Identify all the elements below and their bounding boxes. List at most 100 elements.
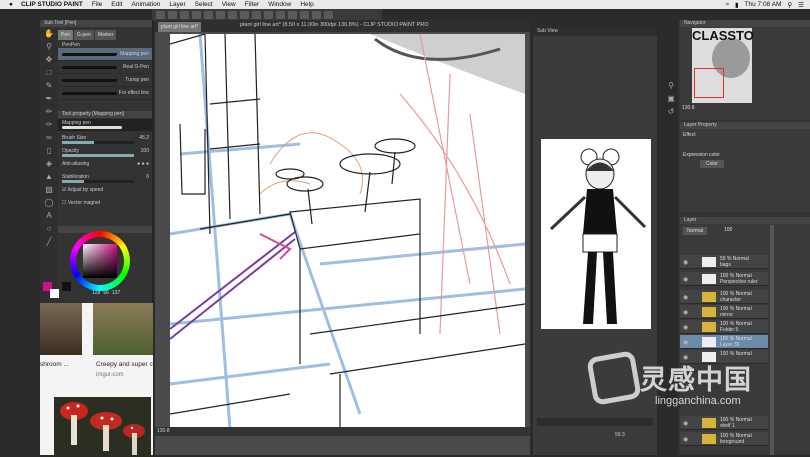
hand-icon[interactable]: ✋ (43, 28, 55, 40)
brush-mapping-pen[interactable]: Mapping pen (58, 48, 152, 61)
vector-magnet-row[interactable]: ☐ Vector magnet (58, 197, 152, 210)
apple-icon[interactable]: ● (9, 1, 13, 8)
layer-search-icon[interactable]: ⚲ (665, 80, 677, 92)
reference-image[interactable] (541, 139, 651, 329)
checkbox-icon[interactable]: ☑ (62, 187, 66, 193)
layer-row[interactable]: ◉ 100 % Normal foreground (680, 432, 768, 446)
search-icon[interactable]: ⚲ (787, 1, 792, 9)
mushroom-photo-1[interactable] (40, 303, 82, 355)
caption-2[interactable]: Creepy and super c (96, 361, 153, 368)
open-file-icon[interactable] (180, 11, 189, 19)
snap-perspective-icon[interactable] (300, 11, 309, 19)
clock[interactable]: Thu 7:08 AM (745, 1, 782, 8)
menu-filter[interactable]: Filter (245, 1, 259, 8)
snap-grid-icon[interactable] (288, 11, 297, 19)
eye-icon[interactable]: ◉ (683, 339, 688, 346)
pen-icon[interactable]: ✒ (43, 93, 55, 105)
stabilization-value[interactable]: 6 (146, 171, 149, 184)
eye-icon[interactable]: ◉ (683, 294, 688, 301)
brush-size-value[interactable]: 45.2 (139, 132, 149, 145)
eyedropper-icon[interactable]: ✎ (43, 80, 55, 92)
gradient-icon[interactable]: ▨ (43, 184, 55, 196)
menu-view[interactable]: View (222, 1, 236, 8)
layer-opacity[interactable]: 100 (724, 227, 732, 233)
redo-icon[interactable] (216, 11, 225, 19)
undo-icon[interactable] (204, 11, 213, 19)
layer-row[interactable]: ◉ 100 % Normal character (680, 290, 768, 304)
eye-icon[interactable]: ◉ (683, 420, 688, 427)
navigator-zoom[interactable]: 130.8 (682, 105, 695, 111)
battery-icon[interactable]: ▮ (735, 1, 739, 9)
new-file-icon[interactable] (168, 11, 177, 19)
deselect-icon[interactable] (252, 11, 261, 19)
adjust-speed-row[interactable]: ☑ Adjust by speed (58, 184, 152, 197)
ruler-icon[interactable]: ╱ (43, 236, 55, 248)
menu-animation[interactable]: Animation (132, 1, 161, 8)
sub-color-swatch[interactable] (50, 289, 59, 298)
color-saturation-square[interactable] (83, 244, 117, 278)
pencil-icon[interactable]: ✏ (43, 106, 55, 118)
layer-row[interactable]: ◉ 100 % Normal mirror (680, 305, 768, 319)
transparent-swatch[interactable] (62, 282, 71, 291)
brush-size-slider[interactable] (62, 141, 134, 144)
brush-icon[interactable]: ✑ (43, 119, 55, 131)
invert-selection-icon[interactable] (264, 11, 273, 19)
brush-real-g-pen[interactable]: Real G-Pen (58, 61, 152, 74)
blend-icon[interactable]: ◈ (43, 158, 55, 170)
canvas-zoom[interactable]: 130.8 (157, 428, 170, 434)
layer-row[interactable]: ◉ 100 % Normal Folder 5 (680, 320, 768, 334)
balloon-icon[interactable]: ○ (43, 223, 55, 235)
snap-special-icon[interactable] (312, 11, 321, 19)
source-label[interactable]: imgur.com (96, 372, 124, 378)
airbrush-icon[interactable]: ∞ (43, 132, 55, 144)
transform-icon[interactable] (240, 11, 249, 19)
fill-icon[interactable]: ▲ (43, 171, 55, 183)
tab-marker[interactable]: Marker (94, 30, 117, 40)
brush-effect-line[interactable]: For effect line (58, 87, 152, 100)
eye-icon[interactable]: ◉ (683, 276, 688, 283)
brush-turnip-pen[interactable]: Turnip pen (58, 74, 152, 87)
drawing-canvas[interactable] (170, 34, 525, 429)
select-icon[interactable]: □ (43, 67, 55, 79)
layer-row[interactable]: ◉ 100 % Normal shelf 1 (680, 416, 768, 430)
eraser-icon[interactable]: ▯ (43, 145, 55, 157)
menu-window[interactable]: Window (268, 1, 291, 8)
eye-icon[interactable]: ◉ (683, 324, 688, 331)
caption-1[interactable]: shroom ... (40, 361, 69, 368)
eye-icon[interactable]: ◉ (683, 259, 688, 266)
antialias-options-icon[interactable]: ● ● ● (137, 158, 149, 171)
expression-color-select[interactable]: Color (700, 160, 724, 168)
record-icon[interactable] (324, 11, 333, 19)
history-icon[interactable]: ↺ (665, 106, 677, 118)
eye-icon[interactable]: ◉ (683, 436, 688, 443)
material-icon[interactable]: ▣ (665, 93, 677, 105)
color-value-v[interactable]: 137 (112, 290, 120, 296)
tab-pen[interactable]: Pen (58, 30, 73, 40)
menu-file[interactable]: File (92, 1, 102, 8)
checkbox-icon[interactable]: ☐ (62, 200, 66, 206)
snap-ruler-icon[interactable] (276, 11, 285, 19)
menu-select[interactable]: Select (195, 1, 213, 8)
figure-icon[interactable]: ◯ (43, 197, 55, 209)
wifi-icon[interactable]: ≈ (725, 1, 729, 8)
color-value-s[interactable]: 66 (103, 290, 109, 296)
sub-view-zoom[interactable]: 59.3 (615, 432, 625, 438)
mushroom-photo-3[interactable] (54, 397, 151, 455)
layer-row[interactable]: ◉ 100 % Normal Perspective ruler (680, 272, 768, 286)
stabilization-slider[interactable] (62, 180, 134, 183)
menu-layer[interactable]: Layer (169, 1, 185, 8)
layer-row[interactable]: ◉ 59 % Normal bags (680, 255, 768, 269)
opacity-row[interactable]: Opacity 100 (58, 145, 152, 158)
eye-icon[interactable]: ◉ (683, 309, 688, 316)
tab-g-pen[interactable]: G-pen (73, 30, 94, 40)
text-icon[interactable]: A (43, 210, 55, 222)
clear-icon[interactable] (228, 11, 237, 19)
blend-mode-select[interactable]: Normal (683, 227, 708, 235)
move-icon[interactable]: ✥ (43, 54, 55, 66)
navigator-view-frame[interactable] (694, 68, 724, 98)
antialias-row[interactable]: Anti-aliasing ● ● ● (58, 158, 152, 171)
save-icon[interactable] (192, 11, 201, 19)
layer-row-selected[interactable]: ◉ 100 % Normal Layer 39 (680, 335, 768, 349)
brush-size-row[interactable]: Brush Size 45.2 (58, 132, 152, 145)
menu-edit[interactable]: Edit (111, 1, 122, 8)
